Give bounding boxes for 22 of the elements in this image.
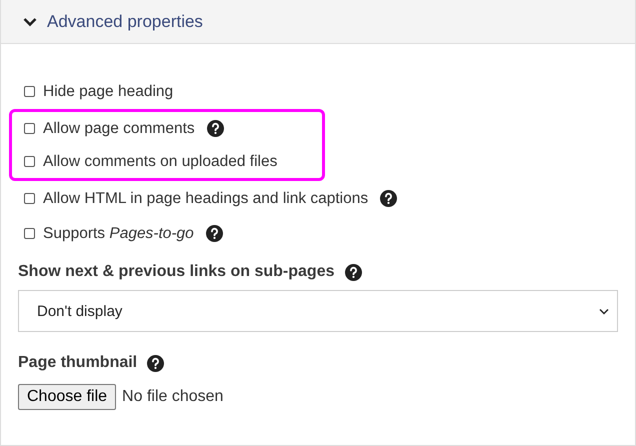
- file-status: No file chosen: [122, 388, 224, 406]
- option-label: Allow comments on uploaded files: [43, 152, 278, 170]
- select-dropdown[interactable]: Don't display: [18, 290, 618, 332]
- help-icon[interactable]: [344, 264, 362, 280]
- field-label: Show next & previous links on sub-pages: [18, 263, 334, 281]
- option-label: Hide page heading: [43, 82, 174, 100]
- checkbox[interactable]: [24, 193, 35, 204]
- checkbox[interactable]: [24, 86, 35, 97]
- help-icon[interactable]: [147, 354, 164, 372]
- caret-icon: [599, 308, 609, 314]
- field-label: Page thumbnail: [18, 354, 138, 372]
- option-label: Allow page comments: [43, 120, 195, 138]
- section-header[interactable]: Advanced properties: [1, 0, 635, 44]
- checkbox[interactable]: [24, 123, 35, 134]
- choose-file-button[interactable]: Choose file: [18, 384, 116, 410]
- help-icon[interactable]: [206, 120, 224, 137]
- help-icon[interactable]: [206, 225, 223, 242]
- option-label: Allow HTML in page headings and link captions: [43, 190, 368, 208]
- checkbox[interactable]: [24, 228, 35, 239]
- option-label: Supports Pages-to-go: [43, 224, 194, 242]
- help-icon[interactable]: [380, 190, 398, 207]
- checkbox[interactable]: [24, 156, 35, 167]
